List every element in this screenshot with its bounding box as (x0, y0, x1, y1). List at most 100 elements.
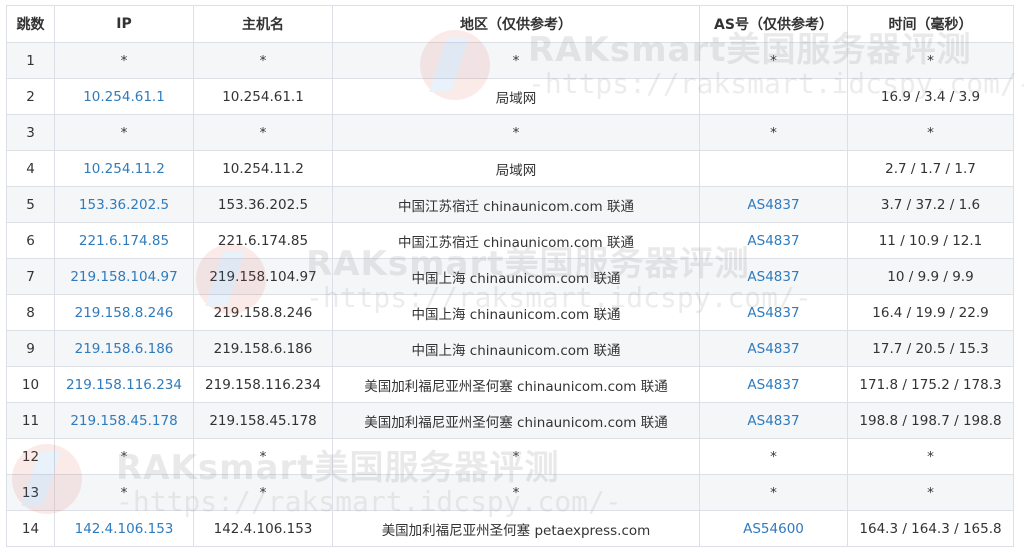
hostname-cell: 219.158.8.246 (193, 294, 333, 331)
region-cell: 中国江苏宿迁 chinaunicom.com 联通 (332, 222, 700, 259)
time-cell: * (847, 42, 1014, 79)
as-cell: AS4837 (699, 294, 848, 331)
ip-link[interactable]: 219.158.6.186 (75, 341, 174, 357)
region-cell: 美国加利福尼亚州圣何塞 petaexpress.com (332, 510, 700, 547)
hostname-cell: * (193, 114, 333, 151)
hop-cell: 3 (6, 114, 55, 151)
time-cell: 16.4 / 19.9 / 22.9 (847, 294, 1014, 331)
hostname-cell: 153.36.202.5 (193, 186, 333, 223)
as-link[interactable]: AS4837 (747, 341, 799, 357)
region-cell: 中国上海 chinaunicom.com 联通 (332, 330, 700, 367)
hostname-cell: 142.4.106.153 (193, 510, 333, 547)
time-cell: 198.8 / 198.7 / 198.8 (847, 402, 1014, 439)
header-as: AS号（仅供参考） (699, 5, 848, 43)
header-hop: 跳数 (6, 5, 55, 43)
as-cell: * (699, 42, 848, 79)
ip-link[interactable]: 10.254.11.2 (83, 161, 165, 177)
as-link[interactable]: AS4837 (747, 413, 799, 429)
ip-link[interactable]: 142.4.106.153 (75, 521, 174, 537)
table-row: 13 * * * * * (6, 474, 1014, 511)
ip-link[interactable]: 219.158.8.246 (75, 305, 174, 321)
hostname-cell: * (193, 42, 333, 79)
time-cell: * (847, 438, 1014, 475)
hostname-cell: 219.158.116.234 (193, 366, 333, 403)
ip-cell: 219.158.6.186 (54, 330, 194, 367)
as-cell: AS54600 (699, 510, 848, 547)
time-cell: 2.7 / 1.7 / 1.7 (847, 150, 1014, 187)
region-cell: 中国江苏宿迁 chinaunicom.com 联通 (332, 186, 700, 223)
region-cell: 局域网 (332, 78, 700, 115)
ip-cell: 153.36.202.5 (54, 186, 194, 223)
as-cell: * (699, 438, 848, 475)
ip-cell: 219.158.116.234 (54, 366, 194, 403)
hostname-cell: 219.158.104.97 (193, 258, 333, 295)
hop-cell: 5 (6, 186, 55, 223)
table-row: 4 10.254.11.2 10.254.11.2 局域网 2.7 / 1.7 / 1.… (6, 150, 1014, 187)
header-ip: IP (54, 5, 194, 43)
hop-cell: 6 (6, 222, 55, 259)
table-row: 14 142.4.106.153 142.4.106.153 美国加利福尼亚州圣何塞 … (6, 510, 1014, 547)
ip-link[interactable]: 10.254.61.1 (83, 89, 165, 105)
as-cell: AS4837 (699, 366, 848, 403)
hop-cell: 1 (6, 42, 55, 79)
as-link[interactable]: AS4837 (747, 233, 799, 249)
as-cell (699, 78, 848, 115)
hop-cell: 4 (6, 150, 55, 187)
region-cell: 美国加利福尼亚州圣何塞 chinaunicom.com 联通 (332, 402, 700, 439)
time-cell: 10 / 9.9 / 9.9 (847, 258, 1014, 295)
header-hostname: 主机名 (193, 5, 333, 43)
region-cell: 中国上海 chinaunicom.com 联通 (332, 258, 700, 295)
as-link[interactable]: AS4837 (747, 197, 799, 213)
hop-cell: 11 (6, 402, 55, 439)
hostname-cell: 10.254.11.2 (193, 150, 333, 187)
region-cell: * (332, 114, 700, 151)
table-row: 11 219.158.45.178 219.158.45.178 美国加利福尼亚州圣何… (6, 402, 1014, 439)
hop-cell: 2 (6, 78, 55, 115)
ip-cell: 142.4.106.153 (54, 510, 194, 547)
table-row: 3 * * * * * (6, 114, 1014, 151)
ip-cell: 219.158.8.246 (54, 294, 194, 331)
ip-cell: 10.254.61.1 (54, 78, 194, 115)
traceroute-table: 跳数 IP 主机名 地区（仅供参考） AS号（仅供参考） 时间（毫秒） 1 * * *… (6, 5, 1014, 547)
time-cell: 16.9 / 3.4 / 3.9 (847, 78, 1014, 115)
traceroute-table-container: 跳数 IP 主机名 地区（仅供参考） AS号（仅供参考） 时间（毫秒） 1 * * *… (6, 5, 1014, 547)
header-time: 时间（毫秒） (847, 5, 1014, 43)
table-row: 6 221.6.174.85 221.6.174.85 中国江苏宿迁 chinauni… (6, 222, 1014, 259)
as-link[interactable]: AS54600 (743, 521, 804, 537)
hop-cell: 9 (6, 330, 55, 367)
hop-cell: 13 (6, 474, 55, 511)
region-cell: * (332, 474, 700, 511)
as-cell: AS4837 (699, 402, 848, 439)
ip-link[interactable]: 219.158.104.97 (70, 269, 177, 285)
as-link[interactable]: AS4837 (747, 305, 799, 321)
as-link[interactable]: AS4837 (747, 377, 799, 393)
hop-cell: 7 (6, 258, 55, 295)
as-cell: AS4837 (699, 222, 848, 259)
ip-cell: * (54, 438, 194, 475)
hostname-cell: 10.254.61.1 (193, 78, 333, 115)
time-cell: 11 / 10.9 / 12.1 (847, 222, 1014, 259)
ip-cell: 219.158.104.97 (54, 258, 194, 295)
as-cell: * (699, 114, 848, 151)
header-region: 地区（仅供参考） (332, 5, 700, 43)
table-row: 9 219.158.6.186 219.158.6.186 中国上海 chinauni… (6, 330, 1014, 367)
region-cell: * (332, 438, 700, 475)
ip-link[interactable]: 221.6.174.85 (79, 233, 169, 249)
ip-cell: * (54, 474, 194, 511)
as-cell: * (699, 474, 848, 511)
ip-link[interactable]: 219.158.116.234 (66, 377, 182, 393)
region-cell: 美国加利福尼亚州圣何塞 chinaunicom.com 联通 (332, 366, 700, 403)
table-row: 1 * * * * * (6, 42, 1014, 79)
time-cell: 164.3 / 164.3 / 165.8 (847, 510, 1014, 547)
region-cell: * (332, 42, 700, 79)
ip-cell: 10.254.11.2 (54, 150, 194, 187)
as-link[interactable]: AS4837 (747, 269, 799, 285)
ip-cell: 221.6.174.85 (54, 222, 194, 259)
ip-link[interactable]: 153.36.202.5 (79, 197, 169, 213)
table-header-row: 跳数 IP 主机名 地区（仅供参考） AS号（仅供参考） 时间（毫秒） (6, 5, 1014, 43)
ip-link[interactable]: 219.158.45.178 (70, 413, 177, 429)
hop-cell: 14 (6, 510, 55, 547)
time-cell: * (847, 474, 1014, 511)
time-cell: * (847, 114, 1014, 151)
table-row: 2 10.254.61.1 10.254.61.1 局域网 16.9 / 3.4 / 3… (6, 78, 1014, 115)
